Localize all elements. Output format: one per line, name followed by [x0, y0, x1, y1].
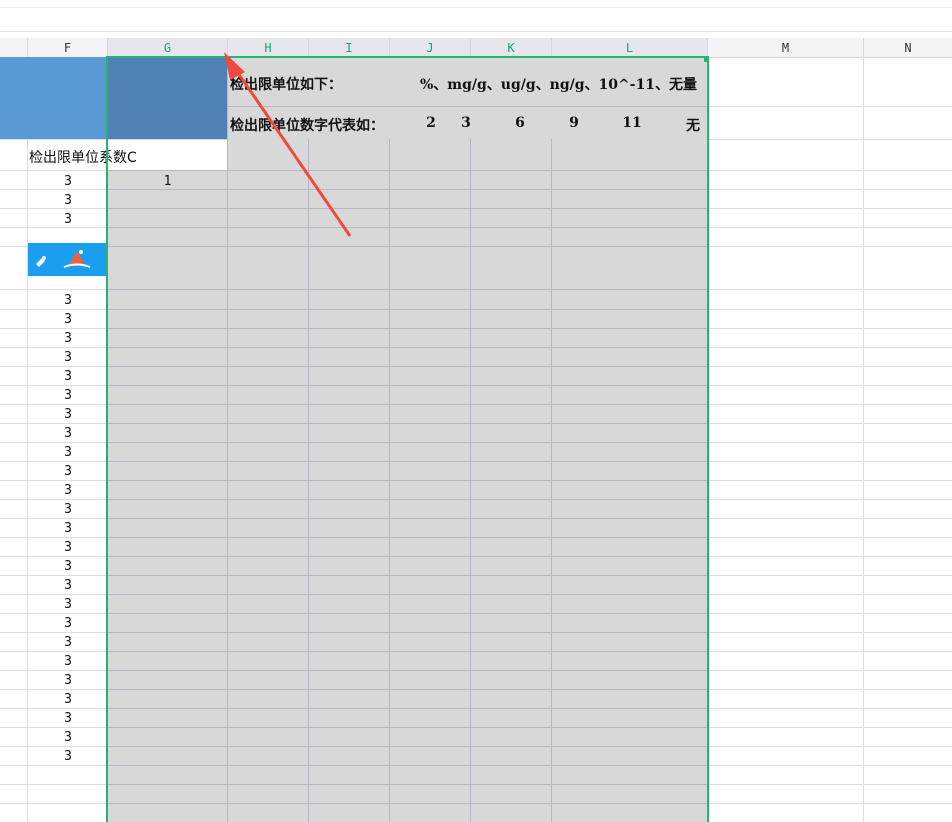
column-f-value[interactable]: 3	[28, 749, 108, 764]
spreadsheet[interactable]: F G H I J K L M N 检出限单位如下： %、mg/g、ug/g、n…	[0, 38, 952, 822]
selected-row-gridline	[108, 765, 708, 766]
column-f-value[interactable]: 3	[28, 540, 108, 555]
column-f-value[interactable]: 3	[28, 521, 108, 536]
selected-row-gridline	[108, 556, 708, 557]
selected-row-gridline	[108, 784, 708, 785]
detection-limit-unit-label: 检出限单位如下：	[230, 77, 342, 93]
selected-row-gridline	[108, 575, 708, 576]
column-header-g[interactable]: G	[108, 38, 228, 57]
selected-row-gridline	[108, 480, 708, 481]
selected-row-gridline	[108, 227, 708, 228]
unit-code-11: 11	[622, 115, 642, 131]
cell-grid[interactable]: 检出限单位如下： %、mg/g、ug/g、ng/g、10^-11、无量 检出限单…	[0, 56, 952, 822]
column-f-value[interactable]: 3	[28, 331, 108, 346]
column-f-value[interactable]: 3	[28, 193, 108, 208]
column-f-value[interactable]: 3	[28, 174, 108, 189]
column-f-value[interactable]: 3	[28, 578, 108, 593]
column-f-value[interactable]: 3	[28, 293, 108, 308]
selected-row-gridline	[108, 632, 708, 633]
selected-row-gridline	[108, 442, 708, 443]
column-f-value[interactable]: 3	[28, 369, 108, 384]
column-f-value[interactable]: 3	[28, 673, 108, 688]
column-f-value[interactable]: 3	[28, 350, 108, 365]
column-f-value[interactable]: 3	[28, 635, 108, 650]
embedded-image[interactable]	[28, 243, 107, 276]
selected-row-gridline	[108, 746, 708, 747]
selected-row-gridline	[108, 537, 708, 538]
column-f-value[interactable]: 3	[28, 692, 108, 707]
merged-row-gridline	[228, 106, 708, 107]
column-f-value[interactable]: 3	[28, 426, 108, 441]
column-header-l[interactable]: L	[552, 38, 708, 57]
selected-row-gridline	[108, 309, 708, 310]
column-headers: F G H I J K L M N	[0, 38, 952, 58]
column-header-m[interactable]: M	[708, 38, 864, 57]
column-f-value[interactable]: 3	[28, 711, 108, 726]
selected-row-gridline	[108, 385, 708, 386]
selected-row-gridline	[108, 170, 708, 171]
column-f-value[interactable]: 3	[28, 312, 108, 327]
fill-handle[interactable]	[704, 57, 709, 62]
unit-code-9: 9	[569, 115, 579, 131]
column-f-value[interactable]: 3	[28, 445, 108, 460]
column-f-value[interactable]: 3	[28, 483, 108, 498]
selected-row-gridline	[108, 404, 708, 405]
selected-row-gridline	[108, 708, 708, 709]
column-header-h[interactable]: H	[228, 38, 309, 57]
detection-limit-units: %、mg/g、ug/g、ng/g、10^-11、无量	[420, 77, 698, 93]
embedded-image-icon	[36, 250, 91, 268]
unit-code-3: 3	[461, 115, 471, 131]
column-f-value[interactable]: 3	[28, 559, 108, 574]
selected-row-gridline	[108, 423, 708, 424]
column-f-value[interactable]: 3	[28, 730, 108, 745]
selected-row-gridline	[108, 727, 708, 728]
selected-row-gridline	[108, 461, 708, 462]
selected-row-gridline	[108, 499, 708, 500]
cell-g4-value: 1	[163, 174, 172, 189]
column-f-value[interactable]: 3	[28, 407, 108, 422]
corner-header[interactable]	[0, 38, 28, 57]
header-cell-f[interactable]	[0, 57, 107, 139]
selected-row-gridline	[108, 670, 708, 671]
column-header-i[interactable]: I	[309, 38, 390, 57]
selected-row-gridline	[108, 689, 708, 690]
column-f-value[interactable]: 3	[28, 597, 108, 612]
toolbar-divider	[0, 7, 952, 8]
column-f-value[interactable]: 3	[28, 212, 108, 227]
unit-code-label: 检出限单位数字代表如：	[230, 118, 384, 134]
selected-row-gridline	[108, 803, 708, 804]
unit-code-none: 无	[686, 118, 700, 134]
selected-row-gridline	[108, 289, 708, 290]
column-header-f[interactable]: F	[28, 38, 108, 57]
selected-row-gridline	[108, 651, 708, 652]
unit-code-2: 2	[426, 115, 436, 131]
column-f-value[interactable]: 3	[28, 464, 108, 479]
header-cell-g[interactable]	[108, 57, 227, 139]
selected-row-gridline	[108, 347, 708, 348]
detection-limit-coefficient-label: 检出限单位系数C	[29, 150, 137, 166]
column-header-j[interactable]: J	[390, 38, 471, 57]
selected-row-gridline	[108, 328, 708, 329]
selected-row-gridline	[108, 208, 708, 209]
selected-row-gridline	[108, 189, 708, 190]
selected-row-gridline	[108, 518, 708, 519]
column-f-value[interactable]: 3	[28, 502, 108, 517]
selected-range[interactable]	[108, 57, 708, 822]
column-header-n[interactable]: N	[864, 38, 952, 57]
selected-row-gridline	[108, 366, 708, 367]
selected-row-gridline	[108, 594, 708, 595]
column-f-value[interactable]: 3	[28, 388, 108, 403]
column-header-k[interactable]: K	[471, 38, 552, 57]
selected-row-gridline	[108, 246, 708, 247]
formula-bar[interactable]	[0, 0, 952, 32]
column-f-value[interactable]: 3	[28, 654, 108, 669]
unit-code-6: 6	[515, 115, 525, 131]
column-f-value[interactable]: 3	[28, 616, 108, 631]
selected-row-gridline	[108, 613, 708, 614]
